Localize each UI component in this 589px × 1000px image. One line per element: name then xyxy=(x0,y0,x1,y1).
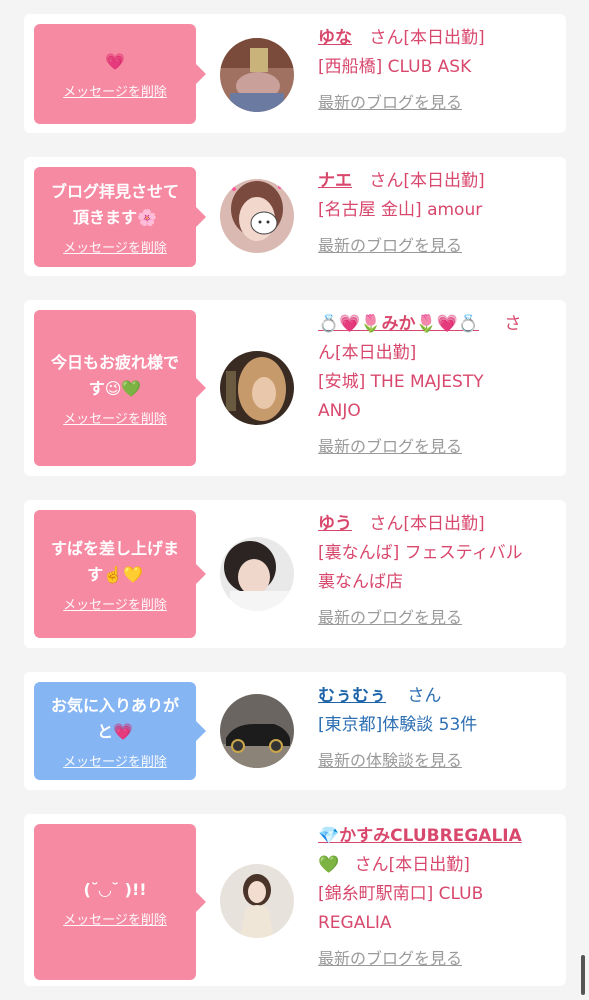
shop-location: [安城] THE MAJESTY xyxy=(318,372,484,392)
latest-blog-link[interactable]: 最新のブログを見る xyxy=(318,236,462,255)
card-info: 💎かすみCLUBREGALIA 💚 さん[本日出勤] [錦糸町駅南口] CLUB… xyxy=(318,822,556,974)
honorific: さん xyxy=(369,28,404,48)
delete-message-link[interactable]: メッセージを削除 xyxy=(63,237,167,256)
message-card: 💗 メッセージを削除 ゆな さん[本日出勤] [西船橋] CLUB ASK 最新… xyxy=(24,14,566,133)
message-text: すばを差し上げま す☝️💛 xyxy=(51,536,179,588)
honorific: さん xyxy=(369,171,404,191)
message-card: お気に入りありが と💗 メッセージを削除 むぅむぅ さん [東京都]体験談 53… xyxy=(24,672,566,790)
honorific: さ xyxy=(504,314,522,334)
card-info: ナエ さん[本日出勤] [名古屋 金山] amour 最新のブログを見る xyxy=(318,167,556,261)
message-text: (˘◡˘ )!! xyxy=(83,879,147,899)
message-card: (˘◡˘ )!! メッセージを削除 💎かすみCLUBREGALIA 💚 さん[本… xyxy=(24,814,566,986)
message-bubble: すばを差し上げま す☝️💛 メッセージを削除 xyxy=(34,510,206,638)
work-status: [本日出勤] xyxy=(403,514,485,534)
message-text: お気に入りありが と💗 xyxy=(51,693,179,745)
review-count: [東京都]体験談 53件 xyxy=(318,715,478,735)
scrollbar[interactable] xyxy=(581,955,585,995)
avatar[interactable] xyxy=(220,179,294,253)
shop-location: REGALIA xyxy=(318,913,392,933)
avatar[interactable] xyxy=(220,537,294,611)
work-status: [本日出勤] xyxy=(388,855,470,875)
shop-location: [西船橋] CLUB ASK xyxy=(318,57,472,77)
message-text-line: すばを差し上げま xyxy=(50,538,179,558)
message-text: 今日もお疲れ様で す😉💚 xyxy=(51,350,179,402)
delete-message-link[interactable]: メッセージを削除 xyxy=(63,751,167,770)
message-text-line: ブログ拝見させて xyxy=(50,181,179,201)
avatar[interactable] xyxy=(220,38,294,112)
message-text-line: と💗 xyxy=(97,721,133,741)
work-status: [本日出勤] xyxy=(403,171,485,191)
honorific: さん xyxy=(354,855,389,875)
user-name-link[interactable]: 💎かすみCLUBREGALIA xyxy=(318,826,522,846)
shop-location: 裏なんば店 xyxy=(318,572,403,592)
message-bubble: 今日もお疲れ様で す😉💚 メッセージを削除 xyxy=(34,310,206,466)
latest-blog-link[interactable]: 最新のブログを見る xyxy=(318,437,462,456)
delete-message-link[interactable]: メッセージを削除 xyxy=(63,408,167,427)
message-bubble: (˘◡˘ )!! メッセージを削除 xyxy=(34,824,206,980)
delete-message-link[interactable]: メッセージを削除 xyxy=(63,594,167,613)
avatar[interactable] xyxy=(220,351,294,425)
honorific: さん xyxy=(407,686,442,706)
message-text-line: お気に入りありが xyxy=(50,695,179,715)
latest-blog-link[interactable]: 最新のブログを見る xyxy=(318,949,462,968)
user-name-link[interactable]: むぅむぅ xyxy=(318,686,386,706)
delete-message-link[interactable]: メッセージを削除 xyxy=(63,81,167,100)
shop-location: ANJO xyxy=(318,401,361,421)
message-bubble: 💗 メッセージを削除 xyxy=(34,24,206,124)
card-info: ゆな さん[本日出勤] [西船橋] CLUB ASK 最新のブログを見る xyxy=(318,24,556,118)
latest-blog-link[interactable]: 最新のブログを見る xyxy=(318,93,462,112)
user-name-link[interactable]: ナエ xyxy=(318,171,352,191)
message-bubble: お気に入りありが と💗 メッセージを削除 xyxy=(34,682,206,780)
avatar[interactable] xyxy=(220,694,294,768)
shop-location: [名古屋 金山] amour xyxy=(318,200,483,220)
message-text-line: 頂きます🌸 xyxy=(73,207,157,227)
card-info: むぅむぅ さん [東京都]体験談 53件 最新の体験談を見る xyxy=(318,682,556,776)
message-card: すばを差し上げま す☝️💛 メッセージを削除 ゆう さん[本日出勤] [裏なんば… xyxy=(24,500,566,648)
message-text-line: 今日もお疲れ様で xyxy=(50,352,179,372)
latest-review-link[interactable]: 最新の体験談を見る xyxy=(318,751,462,770)
delete-message-link[interactable]: メッセージを削除 xyxy=(63,909,167,928)
message-text-line: す😉💚 xyxy=(88,378,142,398)
honorific: さん xyxy=(369,514,404,534)
message-text: ブログ拝見させて 頂きます🌸 xyxy=(51,179,179,231)
message-card: ブログ拝見させて 頂きます🌸 メッセージを削除 ナエ さん[本日出勤] [名古屋… xyxy=(24,157,566,276)
user-name-link[interactable]: ゆう xyxy=(318,514,352,534)
message-bubble: ブログ拝見させて 頂きます🌸 メッセージを削除 xyxy=(34,167,206,267)
avatar[interactable] xyxy=(220,864,294,938)
card-info: 💍💗🌷みか🌷💗💍 さ ん[本日出勤] [安城] THE MAJESTY ANJO… xyxy=(318,310,556,462)
user-name-link[interactable]: ゆな xyxy=(318,28,352,48)
card-info: ゆう さん[本日出勤] [裏なんば] フェスティバル 裏なんば店 最新のブログを… xyxy=(318,510,556,633)
message-text-line: す☝️💛 xyxy=(87,564,143,584)
name-emoji: 💚 xyxy=(318,855,340,875)
work-status: [本日出勤] xyxy=(403,28,485,48)
latest-blog-link[interactable]: 最新のブログを見る xyxy=(318,608,462,627)
shop-location: [裏なんば] フェスティバル xyxy=(318,543,523,563)
user-name-link[interactable]: 💍💗🌷みか🌷💗💍 xyxy=(318,314,479,334)
work-status: ん[本日出勤] xyxy=(318,343,417,363)
shop-location: [錦糸町駅南口] CLUB xyxy=(318,884,484,904)
message-card: 今日もお疲れ様で す😉💚 メッセージを削除 💍💗🌷みか🌷💗💍 さ ん[本日出勤]… xyxy=(24,300,566,476)
message-text: 💗 xyxy=(105,51,125,71)
